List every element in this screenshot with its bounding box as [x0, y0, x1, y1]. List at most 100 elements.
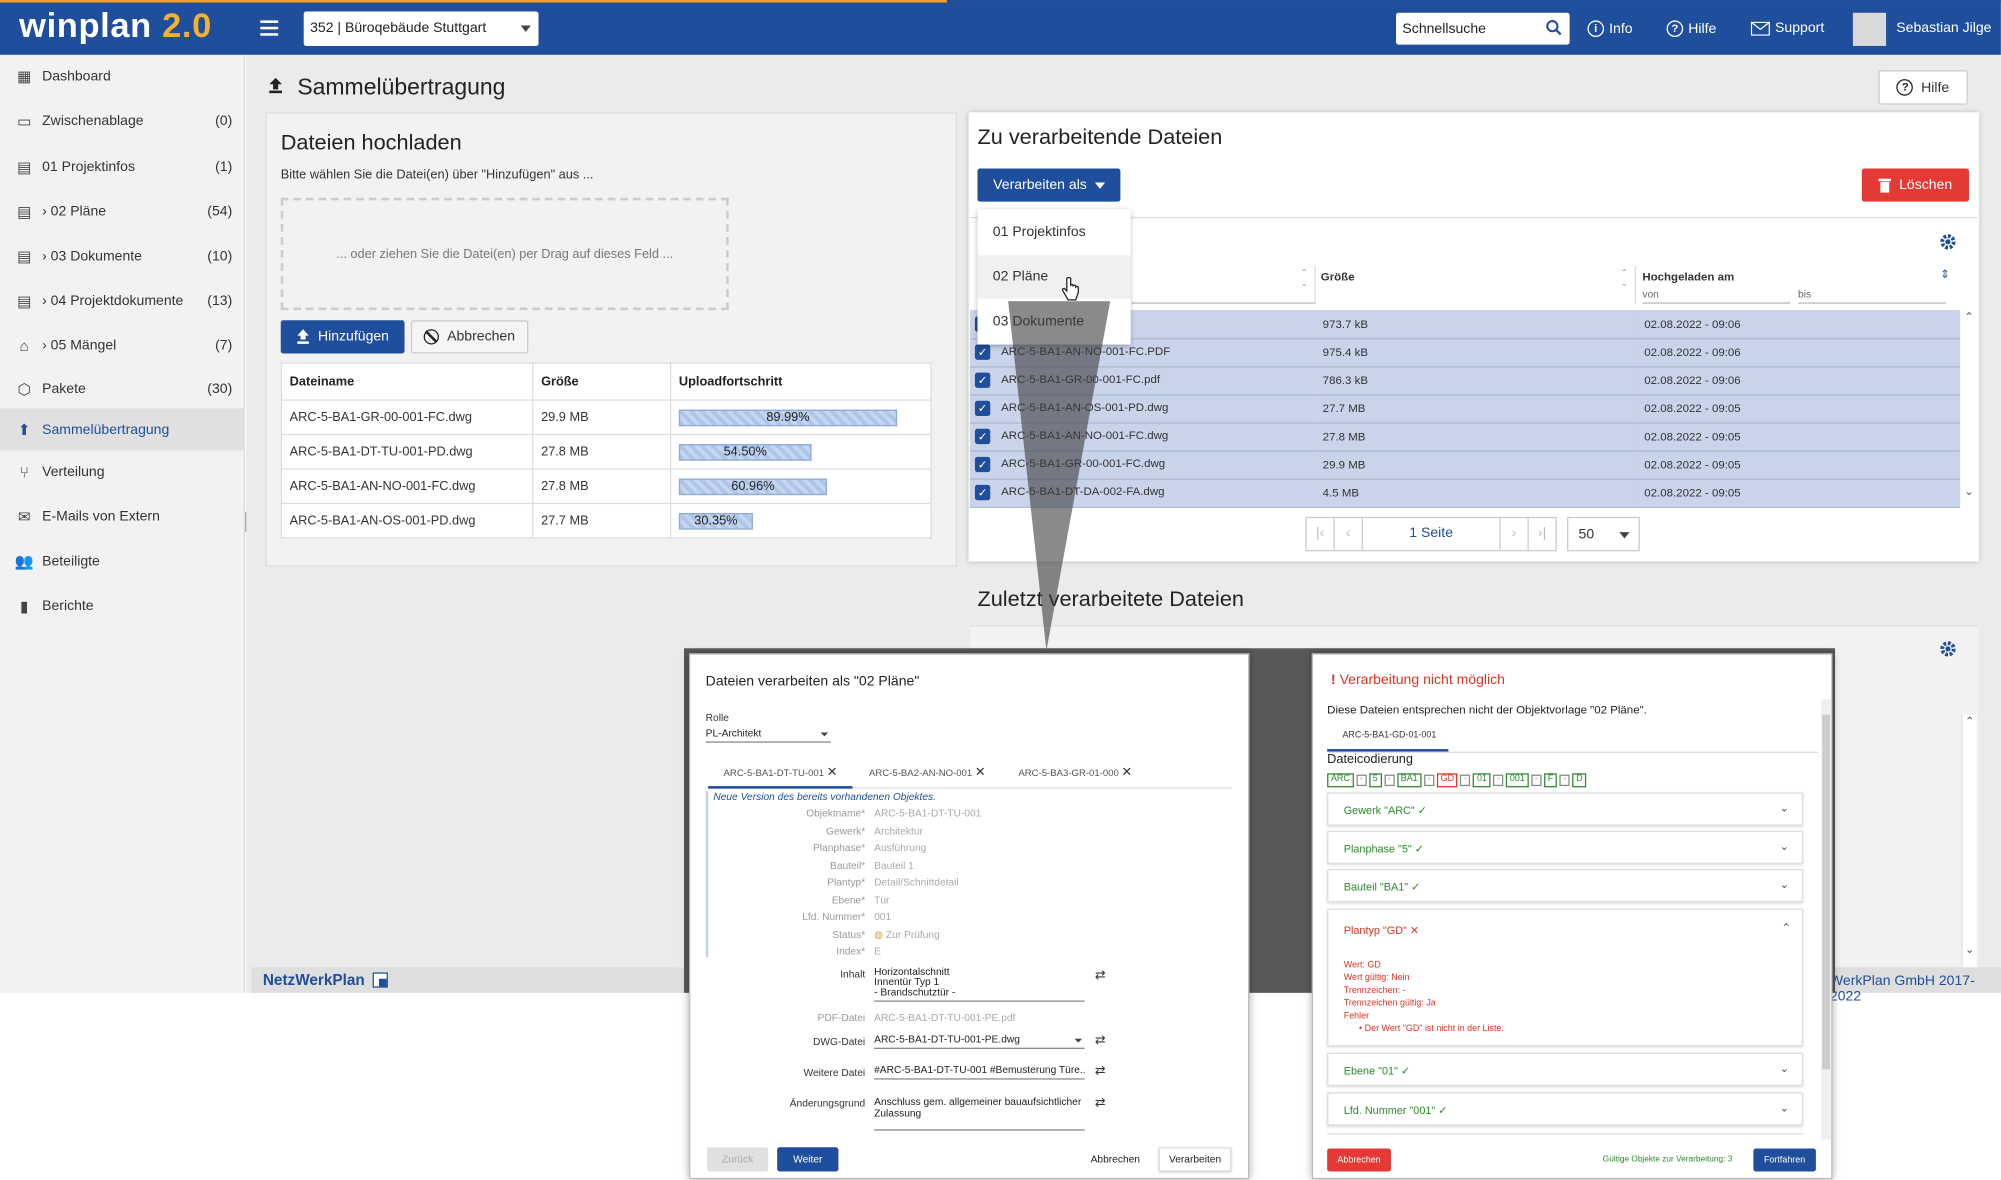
last-page-button[interactable]: ›| — [1527, 518, 1555, 550]
role-select[interactable]: PL-Architekt — [705, 727, 831, 743]
to-date-filter[interactable]: bis — [1798, 288, 1811, 299]
size-column-header[interactable]: Größe ⌃ ⌄ — [1317, 265, 1636, 304]
error-details: Wert: GD Wert gültig: Nein Trennzeichen:… — [1343, 960, 1504, 1034]
avatar[interactable] — [1852, 12, 1887, 46]
column-header[interactable]: Dateiname — [280, 362, 534, 401]
row-checkbox[interactable]: ✓ — [974, 484, 991, 501]
page-size-select[interactable]: 50 — [1567, 516, 1640, 552]
sidebar-item-05-mängel[interactable]: ⌂ › 05 Mängel (7) — [0, 324, 245, 366]
document-icon: ▤ — [17, 246, 32, 265]
continue-button[interactable]: Fortfahren — [1753, 1148, 1816, 1172]
reason-textarea[interactable]: Anschluss gem. allgemeiner bauaufsichtli… — [874, 1096, 1085, 1131]
code-segment[interactable]: GD — [1436, 773, 1458, 788]
column-header[interactable]: Uploadfortschritt — [669, 362, 932, 401]
dialog-scrollbar[interactable] — [1820, 699, 1832, 1140]
drop-zone[interactable]: ... oder ziehen Sie die Datei(en) per Dr… — [280, 197, 729, 311]
from-date-filter[interactable]: von — [1642, 288, 1658, 299]
sidebar-item-e-mails-von-extern[interactable]: ✉ E-Mails von Extern — [0, 495, 245, 537]
support-link[interactable]: Support — [1750, 20, 1824, 36]
row-checkbox[interactable]: ✓ — [974, 456, 991, 473]
code-segment[interactable]: F — [1543, 773, 1558, 788]
scrollbar[interactable]: ⌃ ⌄ — [1961, 310, 1976, 507]
code-segment[interactable]: 01 — [1473, 773, 1491, 788]
error-tab[interactable]: ARC-5-BA1-GD-01-001 — [1342, 731, 1436, 740]
process-button[interactable]: Verarbeiten — [1158, 1147, 1232, 1172]
menu-icon[interactable] — [260, 20, 279, 36]
code-segment[interactable]: 5 — [1368, 773, 1382, 788]
row-checkbox[interactable]: ✓ — [974, 344, 991, 360]
weitere-select[interactable]: #ARC-5-BA1-DT-TU-001 #Bemusterung Türe..… — [874, 1064, 1085, 1080]
inhalt-textarea[interactable]: Horizontalschnitt Innentür Typ 1- Brandsc… — [874, 967, 1085, 1002]
cancel-dialog-button[interactable]: Abbrechen — [1085, 1147, 1146, 1171]
sidebar-item-01-projektinfos[interactable]: ▤ 01 Projektinfos (1) — [0, 145, 245, 187]
code-segment[interactable]: BA1 — [1396, 773, 1422, 788]
settings-gear-icon[interactable] — [1938, 639, 1957, 658]
sidebar-item-label: › 04 Projektdokumente — [42, 292, 184, 309]
sidebar-item-label: Dashboard — [42, 68, 111, 84]
file-tab[interactable]: ARC-5-BA3-GR-01-000 ✕ — [1018, 766, 1132, 780]
dwg-select[interactable]: ARC-5-BA1-DT-TU-001-PE.dwg — [874, 1034, 1085, 1049]
sidebar-item-pakete[interactable]: ⬡ Pakete (30) — [0, 368, 245, 410]
footer-brand[interactable]: NetzWerkPlan — [263, 971, 365, 989]
next-page-button[interactable]: › — [1499, 518, 1527, 550]
check-section[interactable]: Bauteil "BA1" ✓ ⌄ — [1327, 869, 1804, 903]
prev-page-button[interactable]: ‹ — [1335, 518, 1363, 550]
search-icon[interactable] — [1545, 19, 1562, 36]
file-name: ARC-5-BA1-AN-OS-001-PD.dwg — [280, 502, 534, 539]
dropdown-item-projektinfos[interactable]: 01 Projektinfos — [977, 210, 1131, 254]
check-section[interactable]: Planphase "5" ✓ ⌄ — [1327, 830, 1804, 864]
row-checkbox[interactable]: ✓ — [974, 400, 991, 417]
close-icon[interactable]: ✕ — [975, 766, 986, 780]
file-tab[interactable]: ARC-5-BA2-AN-NO-001 ✕ — [869, 766, 986, 780]
check-section[interactable]: Ebene "01" ✓ ⌄ — [1327, 1052, 1804, 1086]
row-checkbox[interactable]: ✓ — [974, 372, 991, 388]
sidebar-item-03-dokumente[interactable]: ▤ › 03 Dokumente (10) — [0, 235, 245, 277]
close-icon[interactable]: ✕ — [827, 766, 838, 780]
next-button[interactable]: Weiter — [777, 1147, 839, 1172]
sidebar-item-02-pläne[interactable]: ▤ › 02 Pläne (54) — [0, 190, 245, 232]
error-cancel-button[interactable]: Abbrechen — [1327, 1148, 1391, 1172]
sidebar-item-beteiligte[interactable]: 👥 Beteiligte — [0, 540, 245, 582]
check-section[interactable]: Gewerk "ARC" ✓ ⌄ — [1327, 792, 1804, 826]
file-size: 29.9 MB — [532, 399, 672, 436]
sidebar-item-zwischenablage[interactable]: ▭ Zwischenablage (0) — [0, 100, 245, 142]
process-as-button[interactable]: Verarbeiten als — [977, 168, 1121, 202]
info-link[interactable]: i Info — [1587, 20, 1633, 38]
add-button[interactable]: Hinzufügen — [280, 320, 405, 354]
error-description: Diese Dateien entsprechen nicht der Obje… — [1327, 703, 1647, 716]
user-name[interactable]: Sebastian Jilge — [1896, 20, 1991, 35]
close-icon[interactable]: ✕ — [1122, 766, 1133, 780]
file-tab[interactable]: ARC-5-BA1-DT-TU-001 ✕ — [724, 766, 838, 780]
code-segment[interactable]: 001 — [1506, 773, 1529, 788]
swap-icon[interactable]: ⇄ — [1095, 1096, 1106, 1110]
check-section[interactable]: Lfd. Nummer "001" ✓ ⌄ — [1327, 1092, 1804, 1126]
swap-icon[interactable]: ⇄ — [1095, 1034, 1106, 1048]
project-select[interactable]: 352 | Büroqebäude Stuttgart — [303, 11, 539, 46]
first-page-button[interactable]: |‹ — [1307, 518, 1335, 550]
sidebar-item-berichte[interactable]: ▮ Berichte — [0, 584, 245, 626]
cancel-upload-button[interactable]: Abbrechen — [410, 320, 529, 354]
uploaded-column-header[interactable]: Hochgeladen am von bis ⇕ — [1639, 265, 1958, 304]
scrollbar[interactable]: ⌃ ⌄ — [1961, 714, 1977, 968]
help-button[interactable]: ? Hilfe — [1878, 70, 1968, 105]
sidebar-item-sammelübertragung[interactable]: ⬆ Sammelübertragung — [0, 408, 246, 451]
help-link[interactable]: ? Hilfe — [1666, 20, 1716, 38]
name-filter[interactable]: ⌃ ⌄ — [1131, 265, 1316, 304]
sidebar-item-dashboard[interactable]: ▦ Dashboard — [0, 55, 245, 97]
swap-icon[interactable]: ⇄ — [1095, 969, 1106, 983]
delete-button[interactable]: Löschen — [1861, 168, 1970, 202]
row-checkbox[interactable]: ✓ — [974, 428, 991, 445]
swap-icon[interactable]: ⇄ — [1095, 1064, 1106, 1078]
chevron-up-icon[interactable]: ⌃ — [1781, 921, 1791, 935]
back-button[interactable]: Zurück — [706, 1147, 769, 1172]
quick-search-input[interactable]: Schnellsuche — [1396, 12, 1570, 45]
code-segment[interactable]: ARC — [1327, 773, 1354, 788]
sidebar-item-04-projektdokumente[interactable]: ▤ › 04 Projektdokumente (13) — [0, 279, 245, 321]
column-header[interactable]: Größe — [532, 362, 672, 401]
settings-gear-icon[interactable] — [1938, 232, 1957, 251]
code-segment[interactable]: D — [1572, 773, 1587, 788]
sort-icon[interactable]: ⇕ — [1940, 268, 1950, 282]
sidebar-item-verteilung[interactable]: ⑂ Verteilung — [0, 450, 245, 492]
app-logo[interactable]: winplan 2.0 — [19, 6, 212, 46]
dropdown-item-plaene[interactable]: 02 Pläne — [977, 255, 1131, 299]
